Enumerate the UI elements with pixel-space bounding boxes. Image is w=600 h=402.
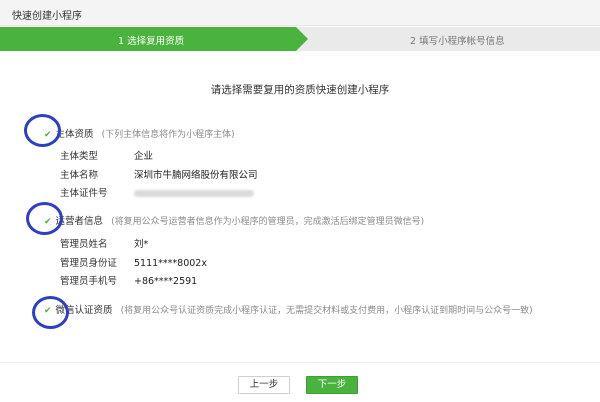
subject-name-value: 深圳市牛腩网络股份有限公司 (134, 170, 258, 181)
admin-name-row: 管理员姓名 刘* (60, 236, 148, 250)
admin-phone-value: +86****2591 (134, 276, 198, 287)
step-2-label: 2 填写小程序帐号信息 (410, 36, 505, 47)
admin-id-value: 5111****8002x (134, 258, 207, 269)
annotation-circle (32, 296, 69, 329)
operator-section-note: (将复用公众号运营者信息作为小程序的管理员，完成激活后绑定管理员微信号) (111, 217, 425, 227)
subject-type-label: 主体类型 (60, 151, 99, 162)
subject-type-value: 企业 (134, 151, 154, 162)
prev-step-button[interactable]: 上一步 (238, 376, 290, 394)
subject-id-redacted (134, 190, 254, 197)
admin-name-label: 管理员姓名 (60, 239, 108, 250)
subject-id-row: 主体证件号 (60, 185, 254, 199)
cert-section-note: (将复用公众号认证资质完成小程序认证，无需提交材料或支付费用，小程序认证到期时间… (120, 306, 533, 316)
admin-id-label: 管理员身份证 (60, 258, 118, 269)
admin-name-value: 刘* (134, 239, 149, 250)
cert-section-header[interactable]: ✔ 微信认证资质 (将复用公众号认证资质完成小程序认证，无需提交材料或支付费用，小程… (44, 302, 533, 316)
admin-phone-row: 管理员手机号 +86****2591 (60, 273, 197, 287)
admin-phone-label: 管理员手机号 (60, 276, 118, 287)
window-title: 快速创建小程序 (12, 11, 82, 22)
subject-section-note: (下列主体信息将作为小程序主体) (101, 130, 235, 140)
subject-id-label: 主体证件号 (60, 188, 108, 199)
footer-divider (0, 362, 600, 363)
annotation-circle (24, 114, 61, 147)
subject-name-label: 主体名称 (60, 170, 99, 181)
subject-section-name: 主体资质 (55, 129, 94, 140)
step-1-label: 1 选择复用资质 (118, 36, 185, 47)
annotation-circle (26, 202, 63, 235)
page-heading: 请选择需要复用的资质快速创建小程序 (210, 84, 390, 96)
operator-section-header[interactable]: ✔ 运营者信息 (将复用公众号运营者信息作为小程序的管理员，完成激活后绑定管理员微信… (44, 213, 424, 227)
subject-type-row: 主体类型 企业 (60, 148, 153, 162)
step-progress-bar: 1 选择复用资质 2 填写小程序帐号信息 (0, 27, 600, 51)
window-titlebar: 快速创建小程序 (0, 0, 600, 26)
subject-section-header[interactable]: ✔ 主体资质 (下列主体信息将作为小程序主体) (44, 126, 235, 140)
subject-name-row: 主体名称 深圳市牛腩网络股份有限公司 (60, 167, 258, 181)
next-step-button[interactable]: 下一步 (306, 376, 358, 394)
admin-id-row: 管理员身份证 5111****8002x (60, 255, 207, 269)
step-arrow-icon (296, 27, 308, 51)
